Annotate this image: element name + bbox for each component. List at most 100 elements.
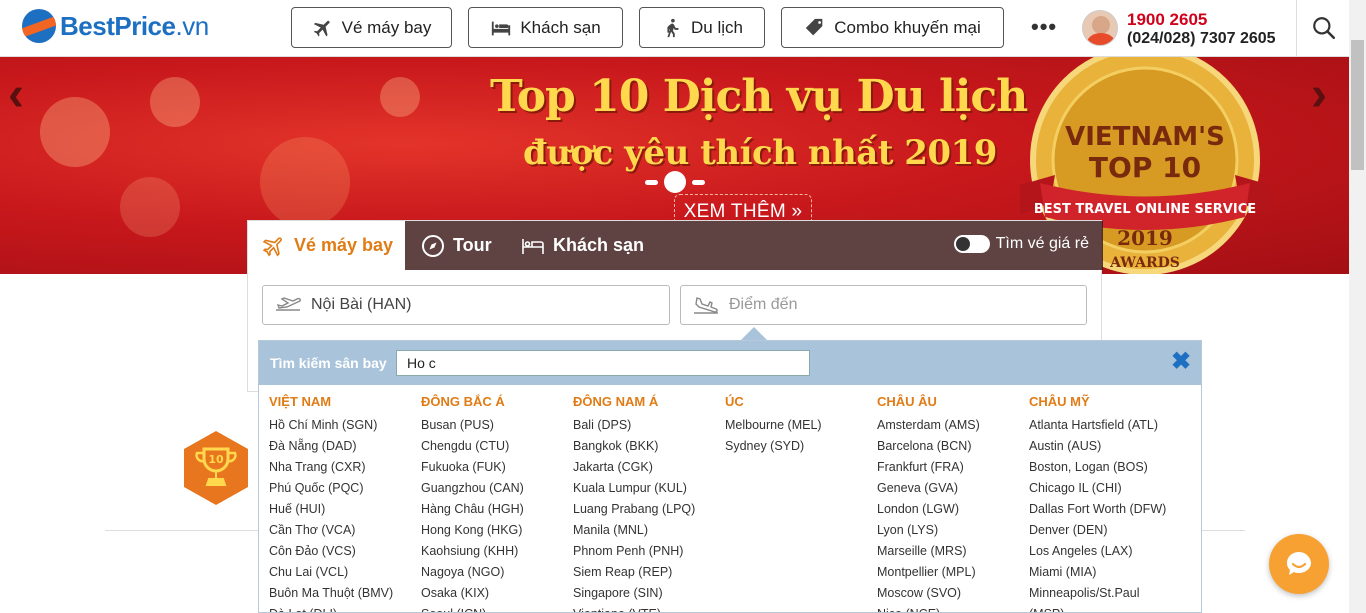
airport-search-input[interactable]: Ho c [396,350,810,376]
airport-option[interactable]: Singapore (SIN) [573,583,695,604]
airport-option[interactable]: Sydney (SYD) [725,436,822,457]
nav-hotels-button[interactable]: Khách sạn [468,7,623,48]
airport-option[interactable]: Hàng Châu (HGH) [421,499,524,520]
airport-option[interactable]: Melbourne (MEL) [725,415,822,436]
airport-option[interactable]: Buôn Ma Thuột (BMV) [269,583,393,604]
bokeh-decoration [380,77,420,117]
airport-option[interactable]: Moscow (SVO) [877,583,980,604]
airport-option[interactable]: Dallas Fort Worth (DFW) [1029,499,1166,520]
airport-option[interactable]: Osaka (KIX) [421,583,524,604]
airport-option[interactable]: Phnom Penh (PNH) [573,541,695,562]
plane-icon [262,236,282,257]
toggle-switch[interactable] [953,235,990,253]
airport-option[interactable]: Đà Nẵng (DAD) [269,436,393,457]
airport-option[interactable]: Montpellier (MPL) [877,562,980,583]
airport-option[interactable]: Kaohsiung (KHH) [421,541,524,562]
airport-option[interactable]: Đà Lạt (DLI) [269,604,393,612]
airport-option[interactable]: Bali (DPS) [573,415,695,436]
airport-option[interactable]: Frankfurt (FRA) [877,457,980,478]
bed-icon [492,21,511,35]
airport-option[interactable]: Guangzhou (CAN) [421,478,524,499]
airport-option[interactable]: Vientiane (VTE) [573,604,695,612]
airport-option[interactable]: Austin (AUS) [1029,436,1166,457]
badge-line1: VIETNAM'S [1065,122,1225,152]
bokeh-decoration [120,177,180,237]
airport-option[interactable]: Côn Đảo (VCS) [269,541,393,562]
airport-option[interactable]: Nice (NCE) [877,604,980,612]
chat-button[interactable] [1269,534,1329,594]
carousel-dot[interactable] [645,179,658,185]
hiker-icon [667,18,679,37]
destination-field[interactable]: Điểm đến [680,285,1087,325]
logo-suffix: .vn [175,10,209,41]
airport-option[interactable]: Siem Reap (REP) [573,562,695,583]
more-menu-button[interactable]: ••• [1031,14,1057,40]
airport-option[interactable]: Bangkok (BKK) [573,436,695,457]
airport-option[interactable]: Atlanta Hartsfield (ATL) [1029,415,1166,436]
hotline-number[interactable]: 1900 2605 [1127,10,1207,30]
airport-search-label: Tìm kiếm sân bay [270,355,387,371]
nav-flights-button[interactable]: Vé máy bay [291,7,452,48]
banner-prev-button[interactable]: ‹ [8,67,24,122]
airport-option[interactable]: Busan (PUS) [421,415,524,436]
airport-option[interactable]: (MSP) [1029,604,1166,612]
airport-option[interactable]: Hong Kong (HKG) [421,520,524,541]
airport-option[interactable]: Boston, Logan (BOS) [1029,457,1166,478]
bokeh-decoration [150,77,200,127]
airport-option[interactable]: Jakarta (CGK) [573,457,695,478]
airport-option[interactable]: Phú Quốc (PQC) [269,478,393,499]
airport-option[interactable]: Denver (DEN) [1029,520,1166,541]
destination-placeholder: Điểm đến [729,296,798,313]
carousel-dot[interactable] [692,179,705,185]
tab-tour[interactable]: Tour [421,221,511,270]
logo[interactable]: BestPrice.vn [22,9,209,43]
tab-flights-label: Vé máy bay [294,235,394,255]
nav-tours-button[interactable]: Du lịch [639,7,765,48]
airport-option[interactable]: Seoul (ICN) [421,604,524,612]
airport-option[interactable]: Nagoya (NGO) [421,562,524,583]
region-title: CHÂU ÂU [877,394,937,409]
airport-option[interactable]: Luang Prabang (LPQ) [573,499,695,520]
bokeh-decoration [260,137,350,227]
header-divider [1296,0,1297,57]
airport-option[interactable]: Miami (MIA) [1029,562,1166,583]
airport-option[interactable]: Kuala Lumpur (KUL) [573,478,695,499]
airport-option[interactable]: London (LGW) [877,499,980,520]
region-column: ĐÔNG BẮC Á Busan (PUS) Chengdu (CTU) Fuk… [421,394,524,612]
search-icon[interactable] [1311,15,1337,41]
airport-option[interactable]: Cần Thơ (VCA) [269,520,393,541]
airport-option[interactable]: Marseille (MRS) [877,541,980,562]
phone-number[interactable]: (024/028) 7307 2605 [1127,30,1276,48]
airport-option[interactable]: Hồ Chí Minh (SGN) [269,415,393,436]
carousel-dot-active[interactable] [664,171,686,193]
tab-flights[interactable]: Vé máy bay [248,221,405,270]
region-column: ÚC Melbourne (MEL) Sydney (SYD) [725,394,822,457]
tab-hotel[interactable]: Khách sạn [521,221,661,270]
airport-option[interactable]: Lyon (LYS) [877,520,980,541]
airport-option[interactable]: Los Angeles (LAX) [1029,541,1166,562]
plane-icon [313,20,330,36]
region-title: ĐÔNG NAM Á [573,394,659,409]
airport-option[interactable]: Amsterdam (AMS) [877,415,980,436]
chat-icon [1287,552,1311,575]
cheap-ticket-label: Tìm vé giá rẻ [995,235,1089,252]
region-title: ÚC [725,394,744,409]
airport-option[interactable]: Chu Lai (VCL) [269,562,393,583]
close-icon[interactable]: ✖ [1170,350,1192,374]
scrollbar-thumb[interactable] [1351,40,1364,170]
airport-option[interactable]: Chicago IL (CHI) [1029,478,1166,499]
airport-option[interactable]: Chengdu (CTU) [421,436,524,457]
nav-combo-button[interactable]: Combo khuyến mại [781,7,1004,48]
banner-next-button[interactable]: › [1311,67,1327,122]
airport-option[interactable]: Fukuoka (FUK) [421,457,524,478]
airport-option[interactable]: Manila (MNL) [573,520,695,541]
logo-mark-icon [22,9,56,43]
airport-option[interactable]: Barcelona (BCN) [877,436,980,457]
airport-option[interactable]: Minneapolis/St.Paul [1029,583,1166,604]
badge-ribbon: BEST TRAVEL ONLINE SERVICE [1034,202,1256,217]
cheap-ticket-toggle[interactable]: Tìm vé giá rẻ [953,235,1089,253]
airport-option[interactable]: Geneva (GVA) [877,478,980,499]
airport-option[interactable]: Huế (HUI) [269,499,393,520]
airport-option[interactable]: Nha Trang (CXR) [269,457,393,478]
origin-field[interactable]: Nội Bài (HAN) [262,285,670,325]
